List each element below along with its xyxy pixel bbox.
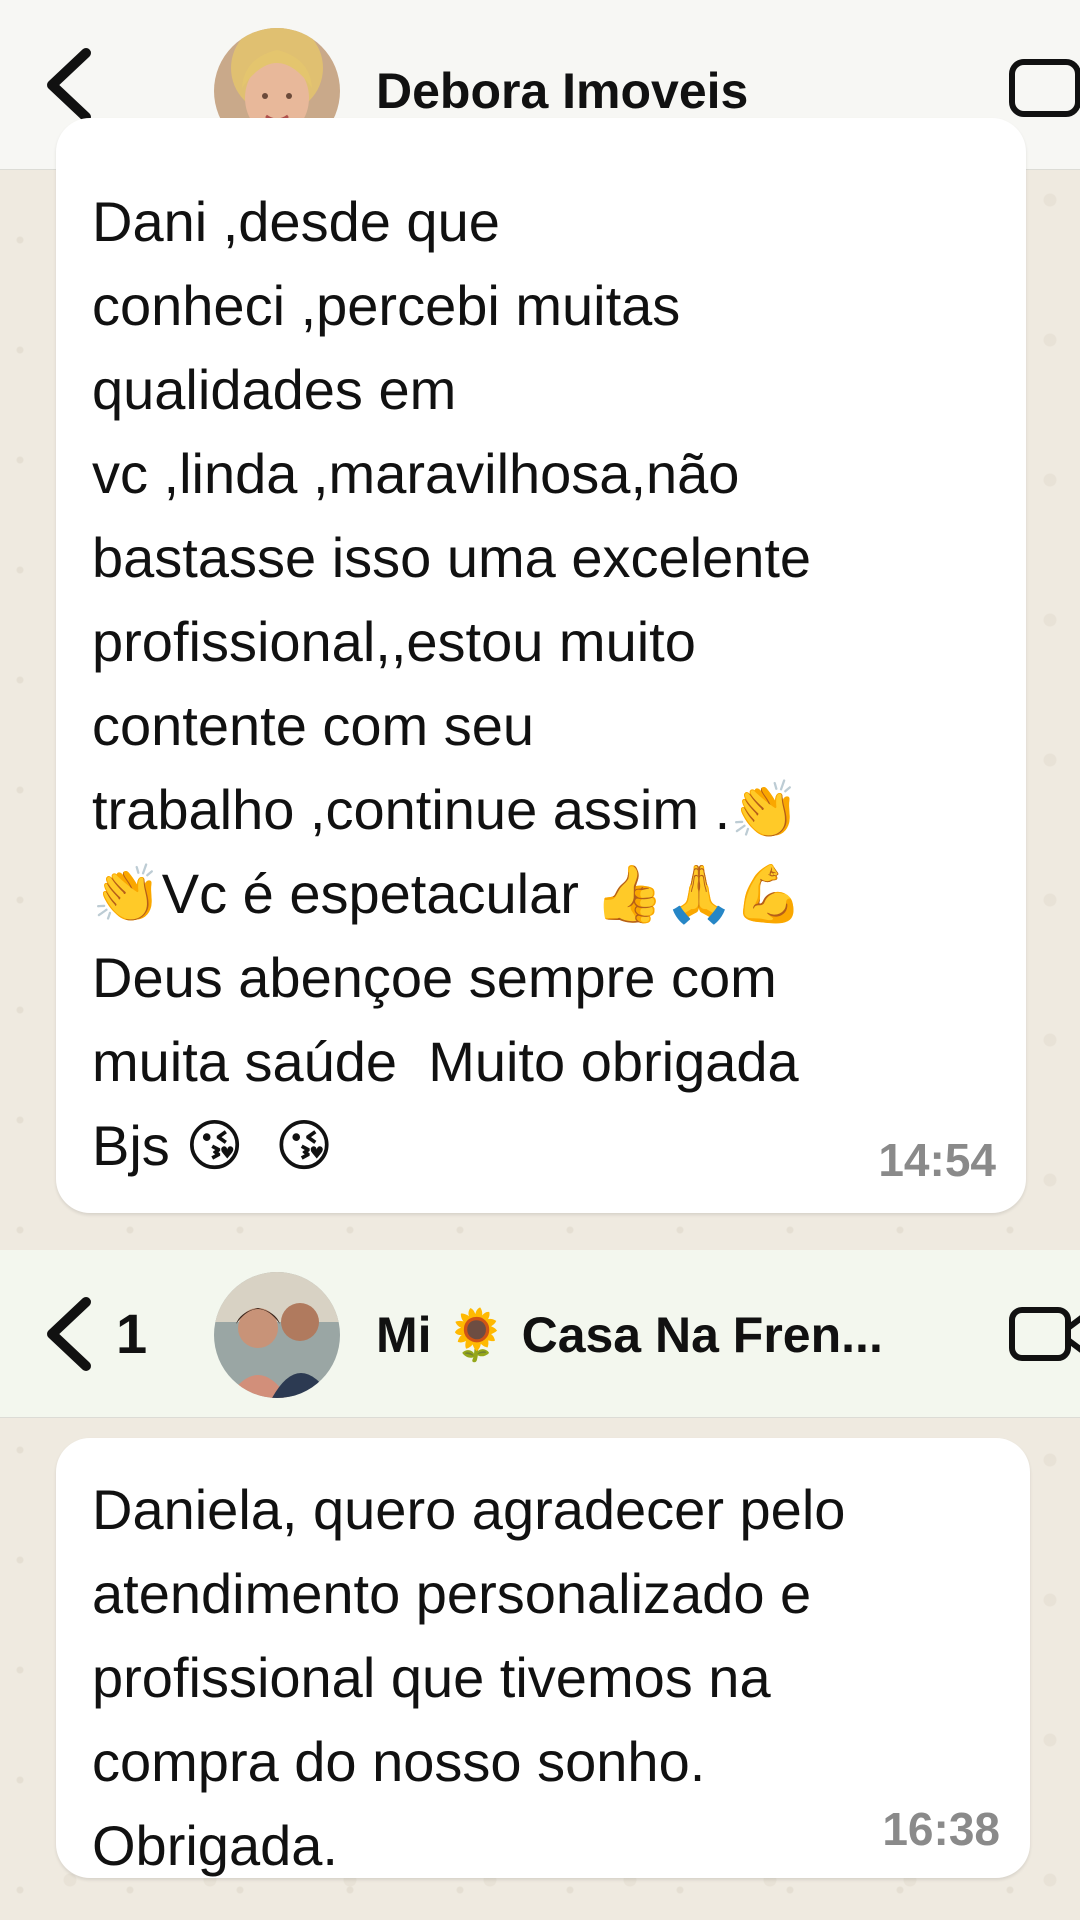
contact-name[interactable]: Debora Imoveis xyxy=(376,62,748,120)
message-bubble[interactable]: Dani ,desde que conheci ,percebi muitas … xyxy=(56,118,1026,1213)
chevron-left-icon xyxy=(47,1296,91,1371)
chat-screenshot-casa: 1 Mi 🌻 Casa Na Fren... Daniela, quero ag… xyxy=(0,1250,1080,1920)
chevron-left-icon xyxy=(47,47,91,122)
avatar[interactable] xyxy=(214,1272,340,1398)
message-text: Daniela, quero agradecer pelo atendiment… xyxy=(92,1478,846,1877)
video-camera-icon xyxy=(1009,1307,1080,1361)
unread-count: 1 xyxy=(116,1302,148,1365)
contact-name[interactable]: Mi 🌻 Casa Na Fren... xyxy=(376,1306,883,1365)
chat-screenshot-debora: Debora Imoveis Dani ,desde que conheci ,… xyxy=(0,0,1080,1250)
video-call-button[interactable] xyxy=(1006,56,1080,120)
back-button[interactable] xyxy=(28,1284,108,1384)
video-call-button[interactable] xyxy=(1006,1302,1080,1366)
message-timestamp: 16:38 xyxy=(882,1803,1000,1855)
message-bubble[interactable]: Daniela, quero agradecer pelo atendiment… xyxy=(56,1438,1030,1878)
video-camera-icon xyxy=(1009,59,1080,117)
message-timestamp: 14:54 xyxy=(878,1134,996,1186)
message-text: Dani ,desde que conheci ,percebi muitas … xyxy=(92,190,812,1177)
chat-header: 1 Mi 🌻 Casa Na Fren... xyxy=(0,1250,1080,1418)
